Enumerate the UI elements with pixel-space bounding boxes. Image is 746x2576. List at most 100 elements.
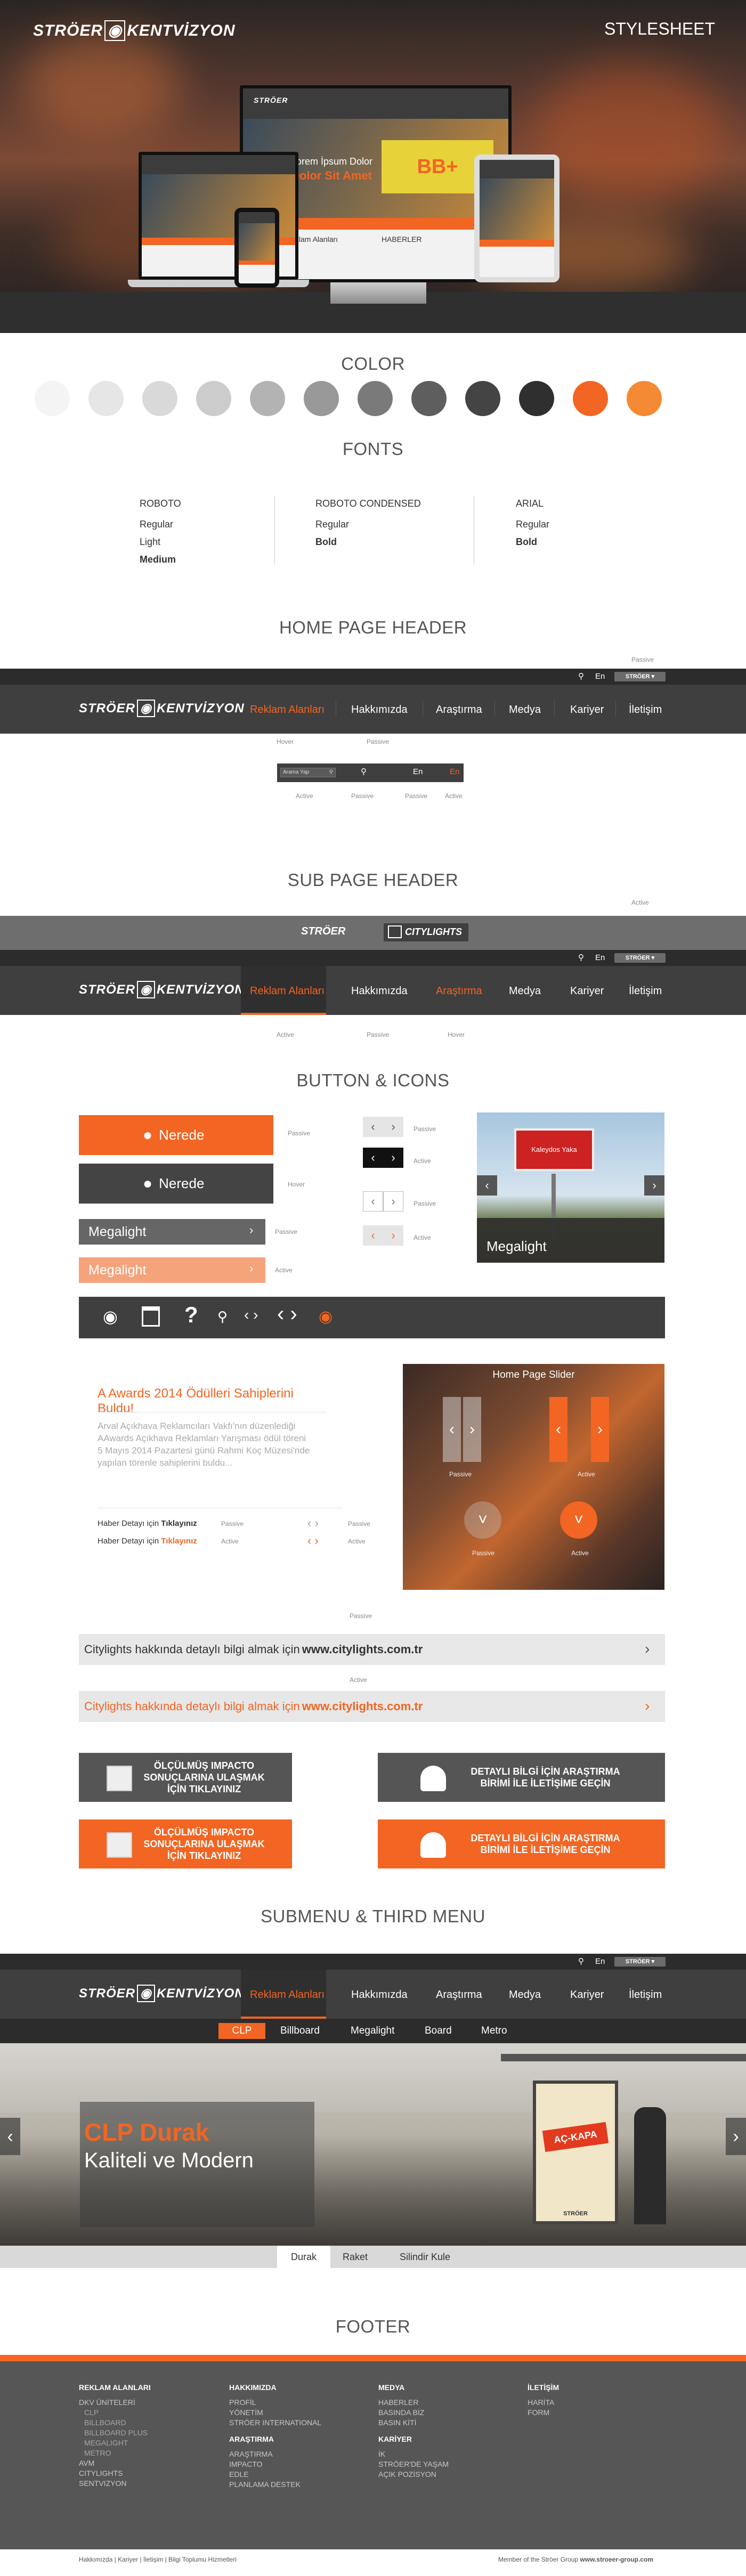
question-icon[interactable]: ? — [184, 1302, 198, 1328]
location-pin-icon[interactable]: ◉ — [103, 1306, 118, 1327]
chevron-right-icon[interactable]: › — [463, 1397, 481, 1462]
nav-medya[interactable]: Medya — [509, 1989, 541, 2001]
info-link-active[interactable]: Citylights hakkında detaylı bilgi almak … — [79, 1691, 665, 1722]
footer-heading[interactable]: ARAŞTIRMA — [229, 2434, 321, 2444]
chevron-pair-icon[interactable]: ‹ › — [244, 1306, 258, 1323]
footer-link[interactable]: İK — [378, 2449, 449, 2459]
footer-link[interactable]: HARİTA — [528, 2398, 559, 2408]
lang-en-passive[interactable]: En — [413, 767, 423, 776]
megalight-button[interactable]: Megalight › — [79, 1219, 265, 1245]
search-icon[interactable]: ⚲ — [578, 671, 584, 681]
search-icon[interactable]: ⚲ — [361, 767, 367, 776]
news-link-passive[interactable]: Haber Detayı için Tıklayınız — [98, 1519, 197, 1528]
footer-link[interactable]: FORM — [528, 2408, 559, 2418]
third-menu-silindir-kule[interactable]: Silindir Kule — [400, 2252, 450, 2263]
footer-link[interactable]: YÖNETİM — [229, 2408, 321, 2418]
chevron-right-icon[interactable]: › — [644, 1175, 664, 1196]
footer-link[interactable]: PROFİL — [229, 2398, 321, 2408]
group-dropdown[interactable]: STRÖER ▾ — [614, 1957, 666, 1966]
submenu-board[interactable]: Board — [425, 2025, 452, 2037]
nav-kariyer[interactable]: Kariyer — [570, 704, 604, 716]
search-icon[interactable]: ⚲ — [217, 1309, 228, 1325]
footer-link[interactable]: IMPACTO — [229, 2459, 321, 2469]
chevron-left-icon[interactable]: ‹ — [363, 1148, 383, 1168]
lang-switch[interactable]: En — [595, 1957, 605, 1966]
footer-heading[interactable]: İLETİŞİM — [528, 2383, 559, 2393]
chevron-right-icon[interactable]: › — [726, 2118, 746, 2155]
nav-medya[interactable]: Medya — [509, 704, 541, 716]
footer-link[interactable]: BASINDA BİZ — [378, 2408, 449, 2418]
group-dropdown[interactable]: STRÖER ▾ — [614, 672, 666, 681]
third-menu-raket[interactable]: Raket — [343, 2252, 368, 2263]
footer-link[interactable]: BILLBOARD PLUS — [79, 2428, 151, 2438]
gear-icon[interactable]: ◉ — [319, 1307, 333, 1326]
chevron-left-icon[interactable]: ‹ — [443, 1397, 461, 1462]
footer-link[interactable]: PLANLAMA DESTEK — [229, 2480, 321, 2490]
brand-stroer[interactable]: STRÖER — [301, 925, 345, 938]
calendar-icon[interactable] — [142, 1306, 160, 1327]
info-link-passive[interactable]: Citylights hakkında detaylı bilgi almak … — [79, 1634, 665, 1665]
submenu-metro[interactable]: Metro — [481, 2025, 507, 2037]
submenu-clp[interactable]: CLP — [218, 2023, 265, 2039]
submenu-billboard[interactable]: Billboard — [280, 2025, 320, 2037]
footer-link[interactable]: CITYLIGHTS — [79, 2468, 151, 2479]
chevron-down-icon[interactable]: ˅ — [464, 1501, 501, 1539]
nav-reklam-alanlari[interactable]: Reklam Alanları — [250, 704, 325, 716]
nav-iletisim[interactable]: İletişim — [629, 985, 662, 997]
footer-heading[interactable]: REKLAM ALANLARI — [79, 2383, 151, 2393]
footer-link[interactable]: SENTVIZYON — [79, 2479, 151, 2489]
megalight-button-active[interactable]: Megalight › — [79, 1257, 265, 1283]
nerede-button[interactable]: ● Nerede — [79, 1115, 273, 1155]
footer-link[interactable]: STRÖER INTERNATIONAL — [229, 2418, 321, 2428]
chevron-right-icon[interactable]: › — [383, 1225, 403, 1246]
footer-link[interactable]: CLP — [79, 2408, 151, 2418]
footer-link[interactable]: STRÖER'DE YAŞAM — [378, 2459, 449, 2469]
site-logo[interactable]: STRÖER ◉ KENTVİZYON — [79, 981, 245, 998]
chevron-down-icon[interactable]: ˅ — [560, 1501, 597, 1539]
footer-link[interactable]: ARAŞTIRMA — [229, 2449, 321, 2459]
footer-link[interactable]: AÇIK POZİSYON — [378, 2469, 449, 2480]
chevron-pair-icon[interactable]: ‹ › — [307, 1534, 319, 1548]
site-logo[interactable]: STRÖER ◉ KENTVİZYON — [79, 700, 245, 717]
nav-arastirma[interactable]: Araştırma — [436, 985, 482, 997]
nav-kariyer[interactable]: Kariyer — [570, 985, 604, 997]
news-link-active[interactable]: Haber Detayı için Tıklayınız — [98, 1537, 197, 1546]
footer-heading[interactable]: MEDYA — [378, 2383, 449, 2393]
image-slider[interactable]: Kaleydos Yaka Megalight ‹ › — [477, 1112, 664, 1263]
nav-hakkimizda[interactable]: Hakkımızda — [351, 1989, 408, 2001]
chevron-right-icon[interactable]: › — [591, 1397, 609, 1462]
group-dropdown[interactable]: STRÖER ▾ — [614, 953, 666, 963]
nerede-button-hover[interactable]: ● Nerede — [79, 1164, 273, 1204]
third-menu-durak[interactable]: Durak — [277, 2246, 330, 2268]
lang-en-active[interactable]: En — [450, 767, 459, 776]
footer-link[interactable]: EDLE — [229, 2469, 321, 2480]
nav-hakkimizda[interactable]: Hakkımızda — [351, 704, 408, 716]
footer-heading[interactable]: KARİYER — [378, 2434, 449, 2444]
footer-bottom-links[interactable]: Hakkımızda | Kariyer | İletişim | Bilgi … — [79, 2556, 237, 2563]
footer-link[interactable]: HABERLER — [378, 2398, 449, 2408]
chevron-left-icon[interactable]: ‹ — [363, 1225, 383, 1246]
footer-link[interactable]: METRO — [79, 2448, 151, 2458]
search-icon[interactable]: ⚲ — [578, 953, 584, 962]
nav-hakkimizda[interactable]: Hakkımızda — [351, 985, 408, 997]
chevron-left-icon[interactable]: ‹ — [363, 1117, 383, 1137]
lang-switch[interactable]: En — [595, 953, 605, 962]
search-input-small[interactable]: Arama Yap ⚲ — [280, 768, 336, 777]
impacto-cta-active[interactable]: ÖLÇÜLMÜŞ IMPACTO SONUÇLARINA ULAŞMAK İÇİ… — [79, 1819, 292, 1868]
footer-link[interactable]: BASIN KİTİ — [378, 2418, 449, 2428]
footer-heading[interactable]: HAKKIMIZDA — [229, 2383, 321, 2393]
chevron-right-icon[interactable]: › — [383, 1117, 403, 1137]
footer-link[interactable]: MEGALIGHT — [79, 2438, 151, 2448]
nav-medya[interactable]: Medya — [509, 985, 541, 997]
search-icon[interactable]: ⚲ — [578, 1956, 584, 1966]
nav-iletisim[interactable]: İletişim — [629, 704, 662, 716]
footer-link[interactable]: DKV ÜNİTELERİ — [79, 2398, 151, 2408]
lang-switch[interactable]: En — [595, 672, 605, 681]
nav-reklam-alanlari[interactable]: Reklam Alanları — [250, 985, 325, 997]
nav-reklam-alanlari[interactable]: Reklam Alanları — [250, 1989, 325, 2001]
submenu-megalight[interactable]: Megalight — [351, 2025, 394, 2037]
footer-link[interactable]: BILLBOARD — [79, 2418, 151, 2428]
chevron-pair-large-icon[interactable]: ‹ › — [277, 1302, 297, 1326]
research-contact-cta-active[interactable]: DETAYLI BİLGİ İÇİN ARAŞTIRMA BİRİMİ İLE … — [378, 1819, 665, 1868]
chevron-right-icon[interactable]: › — [383, 1148, 403, 1168]
